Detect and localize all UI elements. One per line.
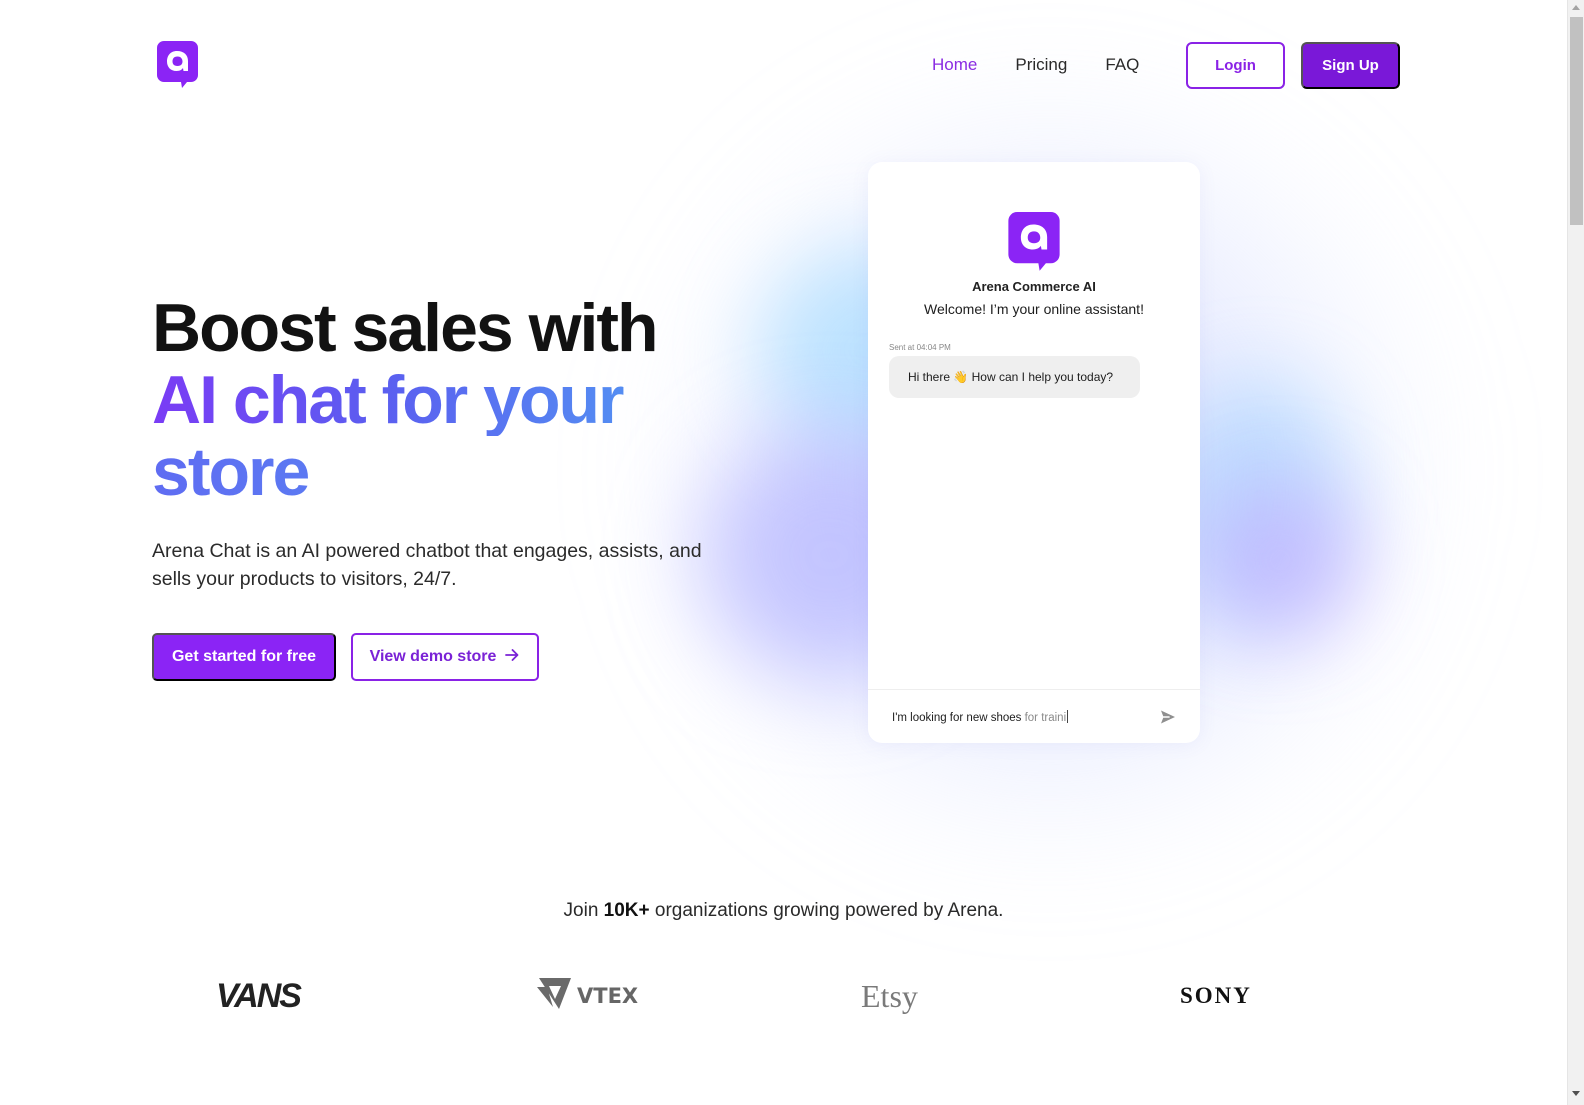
hero-title: Boost sales with AI chat for your store (152, 290, 659, 508)
vans-logo: VANS (216, 976, 302, 1015)
nav-link-pricing[interactable]: Pricing (1015, 55, 1067, 75)
arena-logo-icon[interactable] (157, 41, 198, 89)
chat-message-input[interactable]: I'm looking for new shoes for traini (892, 710, 1069, 724)
nav-link-home[interactable]: Home (932, 55, 977, 75)
chat-input-text: I'm looking for new shoes (892, 712, 1025, 724)
signup-button[interactable]: Sign Up (1301, 42, 1400, 89)
view-demo-store-button[interactable]: View demo store (351, 633, 539, 681)
hero-title-line-1: Boost sales with (152, 290, 659, 366)
get-started-button[interactable]: Get started for free (152, 633, 336, 681)
background-glow (1200, 480, 1360, 640)
message-timestamp: Sent at 04:04 PM (889, 343, 951, 352)
scroll-down-arrow-icon[interactable] (1572, 1091, 1580, 1096)
nav-link-faq[interactable]: FAQ (1105, 55, 1139, 75)
arena-bot-avatar-icon (1007, 212, 1061, 272)
landing-page: Home Pricing FAQ Login Sign Up Boost sal… (0, 0, 1567, 1105)
hero-title-line-3: store (152, 436, 657, 508)
social-proof-prefix: Join (563, 900, 604, 921)
social-proof-suffix: organizations growing powered by Arena. (649, 900, 1004, 921)
scroll-up-arrow-icon[interactable] (1572, 5, 1580, 10)
chat-widget-preview: Arena Commerce AI Welcome! I’m your onli… (868, 162, 1200, 743)
page-scrollbar[interactable] (1567, 0, 1584, 1105)
social-proof-text: Join 10K+ organizations growing powered … (0, 900, 1567, 922)
chat-message-bubble: Hi there 👋 How can I help you today? (889, 356, 1140, 398)
chat-input-typing-text: for traini (1024, 712, 1067, 724)
hero-title-line-2: AI chat for your (152, 364, 657, 436)
vtex-wordmark: VTEX (577, 984, 639, 1008)
arrow-right-icon (504, 647, 520, 668)
main-nav: Home Pricing FAQ (932, 55, 1139, 75)
sony-logo: SONY (1180, 983, 1252, 1008)
scroll-thumb[interactable] (1570, 17, 1583, 225)
chat-welcome-text: Welcome! I’m your online assistant! (924, 301, 1144, 317)
send-icon[interactable] (1160, 709, 1176, 725)
view-demo-store-label: View demo store (369, 648, 497, 665)
social-proof-count: 10K+ (603, 900, 650, 921)
etsy-logo: Etsy (861, 977, 918, 1014)
vtex-mark-icon (537, 977, 573, 1015)
chat-bot-name: Arena Commerce AI (972, 279, 1096, 294)
login-button[interactable]: Login (1186, 42, 1285, 89)
chat-input-bar: I'm looking for new shoes for traini (868, 689, 1200, 743)
hero-description: Arena Chat is an AI powered chatbot that… (152, 540, 702, 590)
text-caret (1067, 710, 1069, 723)
vtex-logo: VTEX (537, 976, 638, 1016)
